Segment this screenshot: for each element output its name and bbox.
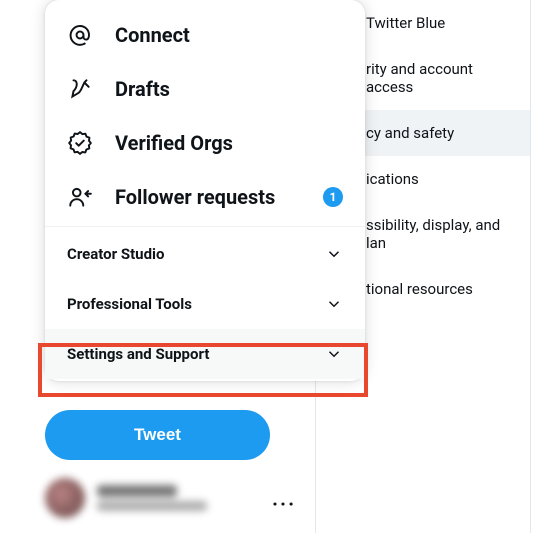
follower-requests-icon [67, 184, 93, 210]
expand-item-label: Settings and Support [67, 345, 209, 363]
menu-item-label: Verified Orgs [115, 131, 233, 155]
menu-item-verified-orgs[interactable]: Verified Orgs [45, 116, 365, 170]
drafts-icon [67, 76, 93, 102]
menu-item-label: Connect [115, 23, 190, 47]
menu-item-label: Follower requests [115, 185, 275, 209]
chevron-down-icon [325, 245, 343, 263]
verified-icon [67, 130, 93, 156]
column-divider-right [530, 0, 531, 533]
menu-item-label: Drafts [115, 77, 170, 101]
expand-professional-tools[interactable]: Professional Tools [45, 279, 365, 329]
at-icon [67, 22, 93, 48]
more-icon[interactable]: ··· [272, 492, 296, 516]
chevron-down-icon [325, 345, 343, 363]
expand-item-label: Professional Tools [67, 295, 192, 313]
profile-handle-blurred [97, 501, 207, 511]
tweet-button[interactable]: Tweet [45, 410, 270, 460]
menu-item-connect[interactable]: Connect [45, 8, 365, 62]
avatar [45, 478, 85, 518]
account-switcher[interactable] [45, 478, 295, 518]
profile-text [97, 485, 295, 511]
menu-item-follower-requests[interactable]: Follower requests 1 [45, 170, 365, 224]
follower-requests-badge: 1 [323, 187, 343, 207]
expand-item-label: Creator Studio [67, 245, 164, 263]
chevron-down-icon [325, 295, 343, 313]
expand-creator-studio[interactable]: Creator Studio [45, 229, 365, 279]
profile-name-blurred [97, 485, 177, 497]
expand-settings-support[interactable]: Settings and Support [45, 329, 365, 379]
more-menu-popup: Connect Drafts Verified Orgs [45, 0, 365, 381]
menu-item-drafts[interactable]: Drafts [45, 62, 365, 116]
menu-divider [45, 226, 365, 227]
